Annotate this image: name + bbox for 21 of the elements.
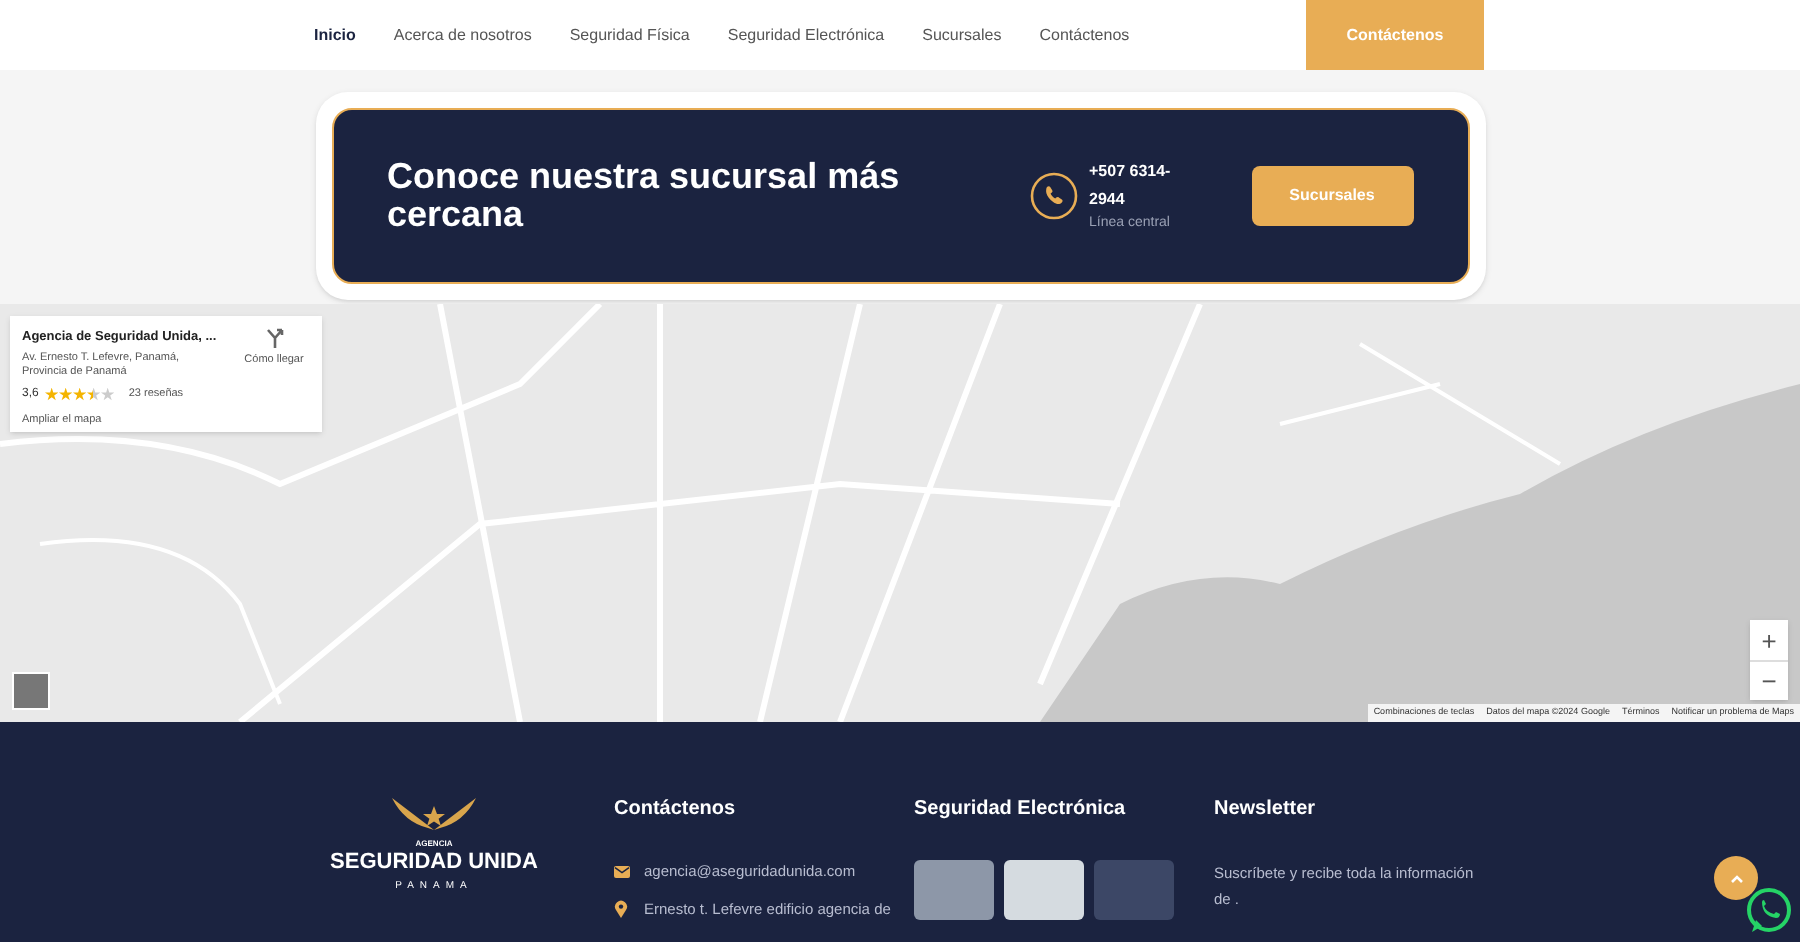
footer-heading: Seguridad Electrónica xyxy=(914,796,1128,824)
phone-icon xyxy=(1029,172,1077,220)
nav-link[interactable]: Seguridad Física xyxy=(569,23,690,47)
nav-link[interactable]: Contáctenos xyxy=(1039,23,1130,47)
logo-name: SEGURIDAD UNIDA xyxy=(330,850,538,874)
envelope-icon xyxy=(614,865,630,878)
satellite-toggle[interactable] xyxy=(12,672,50,710)
zoom-out-button[interactable]: − xyxy=(1750,660,1788,700)
winged-star-icon xyxy=(388,794,480,834)
directions-icon[interactable] xyxy=(265,328,283,348)
nav-link[interactable]: Acerca de nosotros xyxy=(393,23,532,47)
banner-title: Conoce nuestra sucursal más cercana xyxy=(387,158,902,234)
footer-heading: Newsletter xyxy=(1214,796,1318,824)
nav-link[interactable]: Sucursales xyxy=(922,23,1002,47)
phone-number: +507 6314-2944 xyxy=(1089,159,1173,212)
chevron-up-icon xyxy=(1729,873,1743,883)
location-pin-icon xyxy=(614,900,628,919)
zoom-in-button[interactable]: + xyxy=(1750,620,1788,660)
nav-link[interactable]: Seguridad Electrónica xyxy=(727,23,885,47)
footer-heading: Contáctenos xyxy=(614,796,738,824)
nav-link[interactable]: Inicio xyxy=(314,23,356,47)
